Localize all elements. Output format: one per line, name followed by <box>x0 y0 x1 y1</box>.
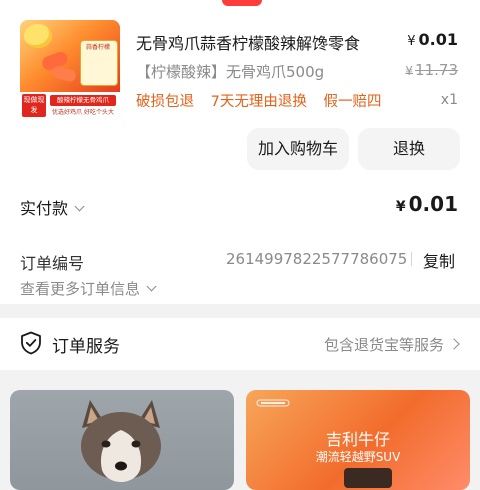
service-tag: 7天无理由退换 <box>210 94 307 110</box>
order-service-card[interactable]: 订单服务 包含退货宝等服务 <box>0 318 480 370</box>
service-tag: 假一赔四 <box>323 94 382 110</box>
product-title[interactable]: 无骨鸡爪蒜香柠檬酸辣解馋零食 <box>136 30 360 54</box>
brand-logo-icon <box>256 399 290 407</box>
top-strip <box>0 0 480 8</box>
order-number: 2614997822577786075 <box>226 250 408 268</box>
service-tag: 破损包退 <box>136 94 194 110</box>
original-price: ¥11.73 <box>405 61 458 79</box>
copy-button[interactable]: 复制 <box>411 248 455 272</box>
product-price: ¥0.01 <box>407 30 458 49</box>
image-tagline: 优选好鸡爪 好吃个头大 <box>52 109 114 116</box>
ad-title: 吉利牛仔 <box>325 430 390 449</box>
order-service-summary: 包含退货宝等服务 <box>323 336 444 354</box>
recommendation-card-husky[interactable] <box>10 390 234 490</box>
order-number-label: 订单编号 <box>20 254 85 273</box>
package-label: 蒜香柠檬 <box>85 44 110 51</box>
brand-logo <box>256 398 290 410</box>
paid-amount-label[interactable]: 实付款 <box>20 195 85 219</box>
image-caption: 酸辣柠檬无骨鸡爪 <box>50 95 116 106</box>
return-exchange-button[interactable]: 退换 <box>358 128 460 170</box>
more-order-info-link[interactable]: 查看更多订单信息 <box>20 278 157 299</box>
recommendation-card-car-ad[interactable]: 吉利牛仔 潮流轻越野SUV <box>246 390 470 490</box>
order-card: 蒜香柠檬 现做现发 酸辣柠檬无骨鸡爪 优选好鸡爪 好吃个头大 无骨鸡爪蒜香柠檬酸… <box>0 8 480 304</box>
service-tags: 破损包退 7天无理由退换 假一赔四 <box>136 90 393 111</box>
product-sku: 【柠檬酸辣】无骨鸡爪500g <box>136 63 325 81</box>
quantity: x1 <box>440 92 458 108</box>
chevron-down-icon <box>146 281 157 292</box>
top-badge <box>222 0 262 6</box>
chevron-down-icon <box>74 201 85 212</box>
add-to-cart-button[interactable]: 加入购物车 <box>247 128 349 170</box>
ad-subtitle: 潮流轻越野SUV <box>315 450 401 464</box>
chevron-right-icon <box>448 338 460 350</box>
order-service-title: 订单服务 <box>52 337 120 357</box>
husky-dog-image <box>81 400 161 482</box>
product-image[interactable]: 蒜香柠檬 现做现发 酸辣柠檬无骨鸡爪 优选好鸡爪 好吃个头大 <box>20 20 120 120</box>
image-badge: 现做现发 <box>22 94 46 117</box>
shield-check-icon <box>21 331 41 355</box>
car-image <box>344 468 392 488</box>
paid-amount: ¥0.01 <box>395 192 458 216</box>
lemon-graphic <box>24 24 52 48</box>
